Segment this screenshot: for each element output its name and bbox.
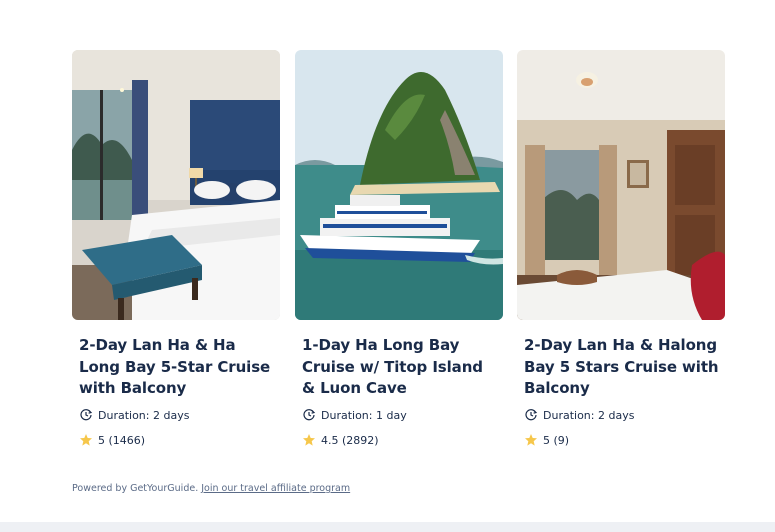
review-count: (2892)	[342, 433, 379, 447]
review-count: (1466)	[108, 433, 146, 447]
activity-card[interactable]: 2-Day Lan Ha & Halong Bay 5 Stars Cruise…	[517, 50, 725, 460]
duration-row: Duration: 2 days	[524, 408, 634, 422]
duration-label: Duration:	[543, 408, 595, 422]
star-icon	[302, 433, 316, 447]
page-bottom-divider	[0, 522, 775, 532]
duration-row: Duration: 1 day	[302, 408, 407, 422]
duration-row: Duration: 2 days	[79, 408, 189, 422]
rating-row: 5 (9)	[524, 433, 569, 447]
rating-value: 5	[98, 433, 105, 447]
duration-label: Duration:	[98, 408, 150, 422]
activity-widget: 2-Day Lan Ha & Ha Long Bay 5-Star Cruise…	[0, 0, 775, 532]
activity-card[interactable]: 1-Day Ha Long Bay Cruise w/ Titop Island…	[295, 50, 503, 460]
activity-image-ship-island[interactable]	[295, 50, 503, 320]
widget-footer: Powered by GetYourGuide. Join our travel…	[72, 483, 350, 494]
duration-value: 2 days	[152, 408, 190, 422]
activity-image-cabin-room[interactable]	[517, 50, 725, 320]
cabin-room-photo	[517, 50, 725, 320]
clock-icon	[79, 408, 93, 422]
star-icon	[524, 433, 538, 447]
duration-value: 1 day	[375, 408, 407, 422]
duration-value: 2 days	[597, 408, 635, 422]
clock-icon	[302, 408, 316, 422]
activity-image-cabin-bed[interactable]	[72, 50, 280, 320]
clock-icon	[524, 408, 538, 422]
activity-title[interactable]: 2-Day Lan Ha & Halong Bay 5 Stars Cruise…	[524, 335, 720, 400]
activity-card-list: 2-Day Lan Ha & Ha Long Bay 5-Star Cruise…	[72, 50, 725, 460]
duration-label: Duration:	[321, 408, 373, 422]
rating-row: 4.5 (2892)	[302, 433, 379, 447]
activity-title[interactable]: 2-Day Lan Ha & Ha Long Bay 5-Star Cruise…	[79, 335, 275, 400]
rating-row: 5 (1466)	[79, 433, 145, 447]
powered-by-text: Powered by GetYourGuide.	[72, 483, 199, 494]
rating-value: 4.5	[321, 433, 339, 447]
activity-title[interactable]: 1-Day Ha Long Bay Cruise w/ Titop Island…	[302, 335, 498, 400]
cabin-bed-photo	[72, 50, 280, 320]
ship-island-photo	[295, 50, 503, 320]
activity-card[interactable]: 2-Day Lan Ha & Ha Long Bay 5-Star Cruise…	[72, 50, 280, 460]
affiliate-program-link[interactable]: Join our travel affiliate program	[201, 483, 350, 494]
star-icon	[79, 433, 93, 447]
review-count: (9)	[553, 433, 570, 447]
rating-value: 5	[543, 433, 550, 447]
